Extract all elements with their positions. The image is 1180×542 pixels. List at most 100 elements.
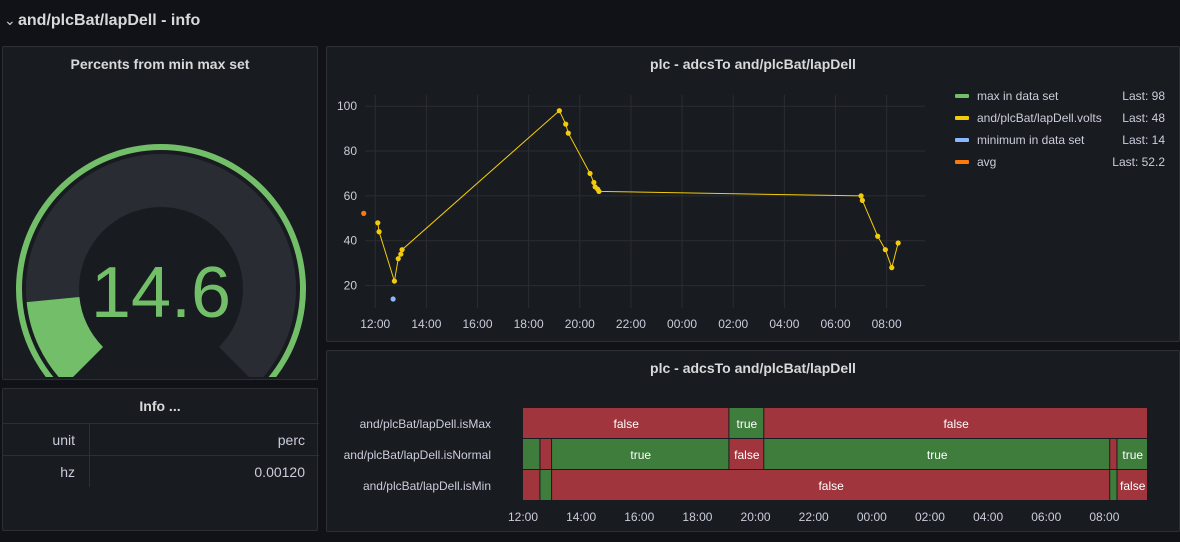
state-segment	[540, 470, 552, 500]
data-point	[859, 197, 865, 203]
chevron-down-icon[interactable]: ⌄	[4, 13, 16, 27]
data-point	[565, 130, 571, 136]
legend-last: Last: 52.2	[1112, 155, 1165, 169]
state-x-tick-label: 02:00	[915, 510, 945, 524]
state-x-tick-label: 16:00	[624, 510, 654, 524]
data-point	[399, 247, 405, 253]
data-point	[390, 296, 396, 302]
state-segment-label: false	[614, 417, 640, 431]
state-segment	[1110, 439, 1117, 469]
info-panel-title: Info ...	[139, 398, 181, 414]
timeseries-legend: max in data set Last: 98 and/plcBat/lapD…	[955, 87, 1165, 175]
data-point	[895, 240, 901, 246]
state-row-label: and/plcBat/lapDell.isNormal	[344, 448, 491, 462]
y-tick-label: 20	[344, 279, 358, 293]
state-x-tick-label: 06:00	[1031, 510, 1061, 524]
info-panel[interactable]: Info ... unit perc hz 0.00120	[2, 388, 319, 531]
table-row: unit perc	[3, 423, 319, 456]
data-point	[376, 229, 382, 235]
state-row-label: and/plcBat/lapDell.isMin	[363, 479, 491, 493]
data-point	[395, 256, 401, 262]
x-tick-label: 16:00	[462, 317, 492, 331]
table-row: hz 0.00120	[3, 455, 319, 487]
legend-item-volts[interactable]: and/plcBat/lapDell.volts Last: 48	[955, 109, 1165, 131]
x-tick-label: 04:00	[769, 317, 799, 331]
state-segment	[523, 439, 540, 469]
timeseries-panel-title: plc - adcsTo and/plcBat/lapDell	[650, 56, 856, 72]
info-value-cell: 0.00120	[89, 455, 319, 487]
timeseries-chart[interactable]: 20 40 60 80 100 12:00 14:00 16:00 18:00 20:00 22:0…	[327, 83, 947, 343]
gauge-panel-title: Percents from min max set	[70, 56, 250, 72]
x-tick-label: 02:00	[718, 317, 748, 331]
state-segment-label: false	[943, 417, 969, 431]
legend-name: avg	[977, 155, 997, 169]
state-timeline[interactable]: and/plcBat/lapDell.isMax false true false an…	[327, 351, 1179, 531]
data-point	[587, 170, 593, 177]
data-point	[391, 278, 398, 284]
data-point	[556, 108, 562, 114]
x-tick-label: 00:00	[667, 317, 697, 331]
state-segment-label: false	[734, 448, 760, 462]
gauge: 14.6	[16, 143, 306, 377]
info-key-cell: hz	[3, 455, 90, 487]
legend-swatch	[955, 116, 969, 120]
state-timeline-panel[interactable]: plc - adcsTo and/plcBat/lapDell and/plcB…	[326, 350, 1180, 532]
state-x-tick-label: 00:00	[857, 510, 887, 524]
legend-item-max[interactable]: max in data set Last: 98	[955, 87, 1165, 109]
legend-name: minimum in data set	[977, 133, 1085, 147]
state-x-tick-label: 22:00	[799, 510, 829, 524]
x-tick-label: 18:00	[514, 317, 544, 331]
state-x-tick-label: 20:00	[741, 510, 771, 524]
state-x-tick-label: 08:00	[1089, 510, 1119, 524]
dashboard-row-header[interactable]: ⌄ and/plcBat/lapDell - info	[0, 0, 1180, 44]
x-tick-label: 14:00	[411, 317, 441, 331]
state-segment-label: false	[818, 479, 844, 493]
timeseries-panel[interactable]: plc - adcsTo and/plcBat/lapDell 20 40 60 80…	[326, 46, 1180, 342]
state-segment-label: true	[630, 448, 651, 462]
info-value-cell: perc	[89, 423, 319, 456]
legend-swatch	[955, 160, 969, 164]
y-tick-label: 60	[344, 189, 358, 203]
state-segment	[523, 470, 540, 500]
data-point	[596, 188, 602, 195]
legend-item-min[interactable]: minimum in data set Last: 14	[955, 131, 1165, 153]
state-segment	[1110, 470, 1117, 500]
info-table: unit perc hz 0.00120	[3, 423, 319, 487]
state-x-tick-label: 04:00	[973, 510, 1003, 524]
x-tick-label: 06:00	[820, 317, 850, 331]
info-key-cell: unit	[3, 423, 90, 456]
state-x-tick-label: 12:00	[508, 510, 538, 524]
gauge-panel[interactable]: Percents from min max set 14.6	[2, 46, 318, 380]
data-point	[591, 179, 597, 186]
legend-swatch	[955, 138, 969, 142]
gauge-value: 14.6	[91, 253, 231, 333]
legend-swatch	[955, 94, 969, 98]
legend-item-avg[interactable]: avg Last: 52.2	[955, 153, 1165, 175]
state-segment-label: true	[1122, 448, 1143, 462]
data-point	[875, 233, 881, 239]
state-segment-label: true	[927, 448, 948, 462]
data-point	[398, 251, 404, 257]
data-point	[858, 193, 864, 199]
state-row-label: and/plcBat/lapDell.isMax	[360, 417, 491, 431]
legend-last: Last: 48	[1122, 111, 1165, 125]
legend-last: Last: 98	[1122, 89, 1165, 103]
data-point	[563, 121, 569, 127]
state-segment-label: false	[1120, 479, 1146, 493]
legend-name: max in data set	[977, 89, 1059, 103]
legend-name: and/plcBat/lapDell.volts	[977, 111, 1102, 125]
y-tick-label: 100	[337, 99, 357, 113]
y-tick-label: 80	[344, 144, 358, 158]
row-title: and/plcBat/lapDell - info	[18, 12, 201, 29]
state-segment-label: true	[736, 417, 757, 431]
y-tick-label: 40	[344, 234, 358, 248]
x-tick-label: 08:00	[872, 317, 902, 331]
x-tick-label: 12:00	[360, 317, 390, 331]
data-point	[889, 265, 895, 271]
data-point	[375, 220, 381, 226]
x-tick-label: 22:00	[616, 317, 646, 331]
x-tick-label: 20:00	[565, 317, 595, 331]
data-point	[882, 247, 888, 253]
state-x-tick-label: 14:00	[566, 510, 596, 524]
legend-last: Last: 14	[1122, 133, 1165, 147]
